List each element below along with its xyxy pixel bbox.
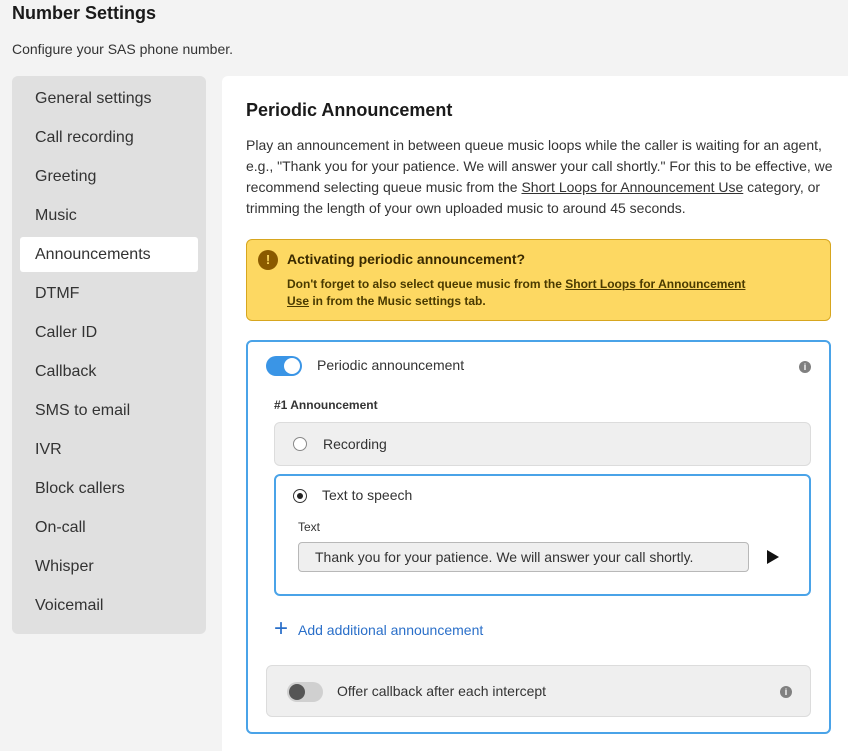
announcement-text-field[interactable]: Thank you for your patience. We will ans… bbox=[298, 542, 749, 572]
sidebar: General settings Call recording Greeting… bbox=[12, 76, 206, 634]
info-icon[interactable]: i bbox=[780, 686, 792, 698]
sidebar-item-block-callers[interactable]: Block callers bbox=[20, 471, 198, 506]
alert-body: Don't forget to also select queue music … bbox=[287, 276, 767, 310]
sidebar-item-greeting[interactable]: Greeting bbox=[20, 159, 198, 194]
callback-option: Offer callback after each intercept i bbox=[266, 665, 811, 717]
announcement-number-label: #1 Announcement bbox=[274, 398, 378, 412]
alert-body-text: Don't forget to also select queue music … bbox=[287, 277, 566, 291]
page-subtitle: Configure your SAS phone number. bbox=[12, 41, 234, 57]
main-panel: Periodic Announcement Play an announceme… bbox=[222, 76, 848, 751]
offer-callback-label: Offer callback after each intercept bbox=[337, 683, 547, 699]
sidebar-item-callback[interactable]: Callback bbox=[20, 354, 198, 389]
periodic-announcement-toggle[interactable] bbox=[266, 356, 302, 376]
sidebar-item-ivr[interactable]: IVR bbox=[20, 432, 198, 467]
text-field-label: Text bbox=[298, 520, 321, 534]
text-to-speech-label: Text to speech bbox=[322, 487, 413, 503]
sidebar-item-announcements[interactable]: Announcements bbox=[20, 237, 198, 272]
short-loops-link[interactable]: Short Loops for Announcement Use bbox=[521, 179, 743, 195]
sidebar-item-whisper[interactable]: Whisper bbox=[20, 549, 198, 584]
sidebar-item-music[interactable]: Music bbox=[20, 198, 198, 233]
text-to-speech-option[interactable]: Text to speech Text Thank you for your p… bbox=[274, 474, 811, 596]
play-icon[interactable] bbox=[767, 550, 779, 564]
text-to-speech-radio[interactable] bbox=[293, 489, 307, 503]
offer-callback-toggle[interactable] bbox=[287, 682, 323, 702]
warning-alert: ! Activating periodic announcement? Don'… bbox=[246, 239, 831, 321]
plus-icon: + bbox=[274, 615, 289, 642]
info-icon[interactable]: i bbox=[799, 361, 811, 373]
periodic-announcement-label: Periodic announcement bbox=[317, 357, 465, 373]
section-description: Play an announcement in between queue mu… bbox=[246, 135, 836, 219]
toggle-knob bbox=[284, 358, 300, 374]
alert-body-text-end: in from the Music settings tab. bbox=[309, 294, 486, 308]
recording-radio[interactable] bbox=[293, 437, 307, 451]
recording-option[interactable]: Recording bbox=[274, 422, 811, 466]
recording-label: Recording bbox=[323, 436, 387, 452]
sidebar-item-sms-to-email[interactable]: SMS to email bbox=[20, 393, 198, 428]
sidebar-item-dtmf[interactable]: DTMF bbox=[20, 276, 198, 311]
add-announcement-label: Add additional announcement bbox=[298, 622, 484, 638]
toggle-knob bbox=[289, 684, 305, 700]
sidebar-item-general-settings[interactable]: General settings bbox=[20, 81, 198, 116]
sidebar-item-call-recording[interactable]: Call recording bbox=[20, 120, 198, 155]
page-title: Number Settings bbox=[12, 3, 157, 23]
sidebar-item-caller-id[interactable]: Caller ID bbox=[20, 315, 198, 350]
exclamation-icon: ! bbox=[258, 250, 278, 270]
sidebar-item-on-call[interactable]: On-call bbox=[20, 510, 198, 545]
alert-title: Activating periodic announcement? bbox=[287, 251, 526, 267]
section-title: Periodic Announcement bbox=[246, 100, 453, 120]
sidebar-item-voicemail[interactable]: Voicemail bbox=[20, 588, 198, 623]
announcement-card: Periodic announcement i #1 Announcement … bbox=[246, 340, 831, 734]
